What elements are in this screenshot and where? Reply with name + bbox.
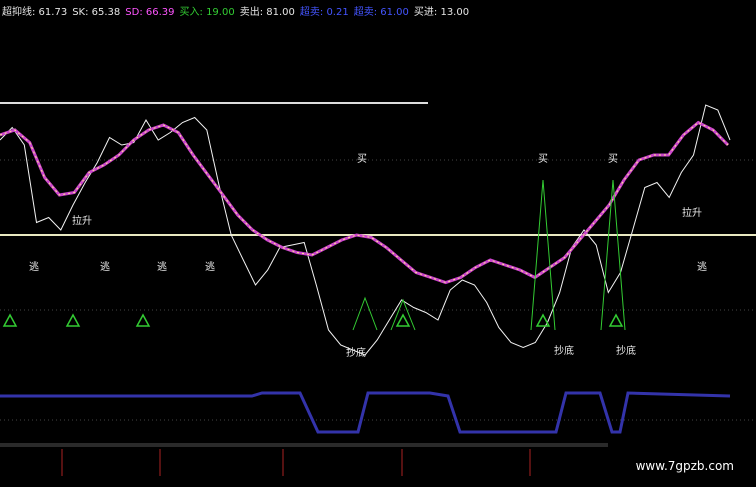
- buy-marker-2: [135, 313, 151, 327]
- annotation-11: 抄底: [554, 344, 574, 357]
- sk-line: [0, 104, 731, 356]
- legend-item-6: 超卖: 61.00: [353, 7, 409, 18]
- legend-item-7: 买进: 13.00: [413, 7, 470, 18]
- buy-spike-3: [600, 179, 626, 331]
- series-layer: [0, 102, 756, 434]
- annotation-6: 逃: [100, 260, 110, 273]
- time-axis-band: [0, 443, 608, 447]
- buy-spike-2: [530, 179, 556, 331]
- legend-item-5: 超卖: 0.21: [299, 7, 349, 18]
- watermark: www.7gpzb.com: [635, 459, 734, 473]
- buy-marker-1: [65, 313, 81, 327]
- annotation-5: 逃: [29, 260, 39, 273]
- annotation-layer: 买买买拉升拉升逃逃逃逃逃抄底 抄底 抄底: [29, 153, 707, 359]
- annotation-2: 买: [608, 153, 618, 165]
- chart-window: 买买买拉升 拉升逃逃逃逃逃抄底 抄底 抄底 超抑线: 61.73 SK: 65.38 SD…: [0, 0, 756, 487]
- annotation-1: 买: [538, 153, 548, 165]
- annotation-0: 买: [357, 153, 367, 165]
- band-line: [0, 391, 731, 434]
- legend-item-1: SK: 65.38: [72, 7, 121, 18]
- indicator-chart: 买买买拉升拉升逃逃逃逃逃抄底 抄底 抄底: [0, 102, 756, 476]
- annotation-8: 逃: [205, 260, 215, 273]
- buy-marker-5: [608, 313, 624, 327]
- annotation-7: 逃: [157, 260, 167, 273]
- buy-spike-0: [352, 296, 378, 331]
- annotation-4: 拉升: [682, 206, 702, 219]
- legend-item-0: 超抑线: 61.73: [2, 7, 68, 18]
- annotation-9: 逃: [697, 260, 707, 273]
- legend-item-4: 卖出: 81.00: [239, 7, 295, 18]
- buy-marker-3: [395, 313, 411, 327]
- legend-item-2: SD: 66.39: [125, 7, 175, 18]
- annotation-10: 抄底: [346, 346, 366, 359]
- buy-marker-0: [2, 313, 18, 327]
- annotation-12: 抄底: [616, 344, 636, 357]
- legend-item-3: 买入: 19.00: [179, 7, 235, 18]
- gridlines: [0, 159, 756, 476]
- buy-marker-4: [535, 313, 551, 327]
- indicator-legend: 超抑线: 61.73 SK: 65.38 SD: 66.39 买入: 19.00 卖出:…: [2, 5, 469, 21]
- annotation-3: 拉升: [72, 214, 92, 227]
